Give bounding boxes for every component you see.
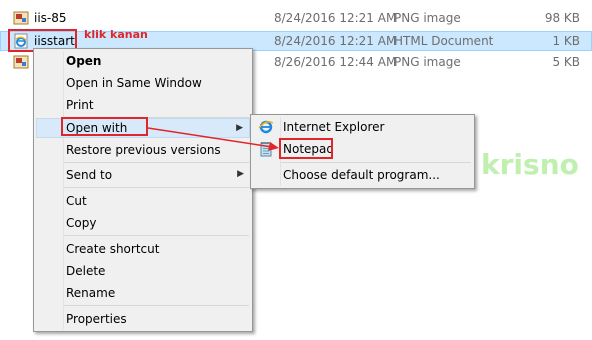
- annotation-arrow: [147, 127, 279, 151]
